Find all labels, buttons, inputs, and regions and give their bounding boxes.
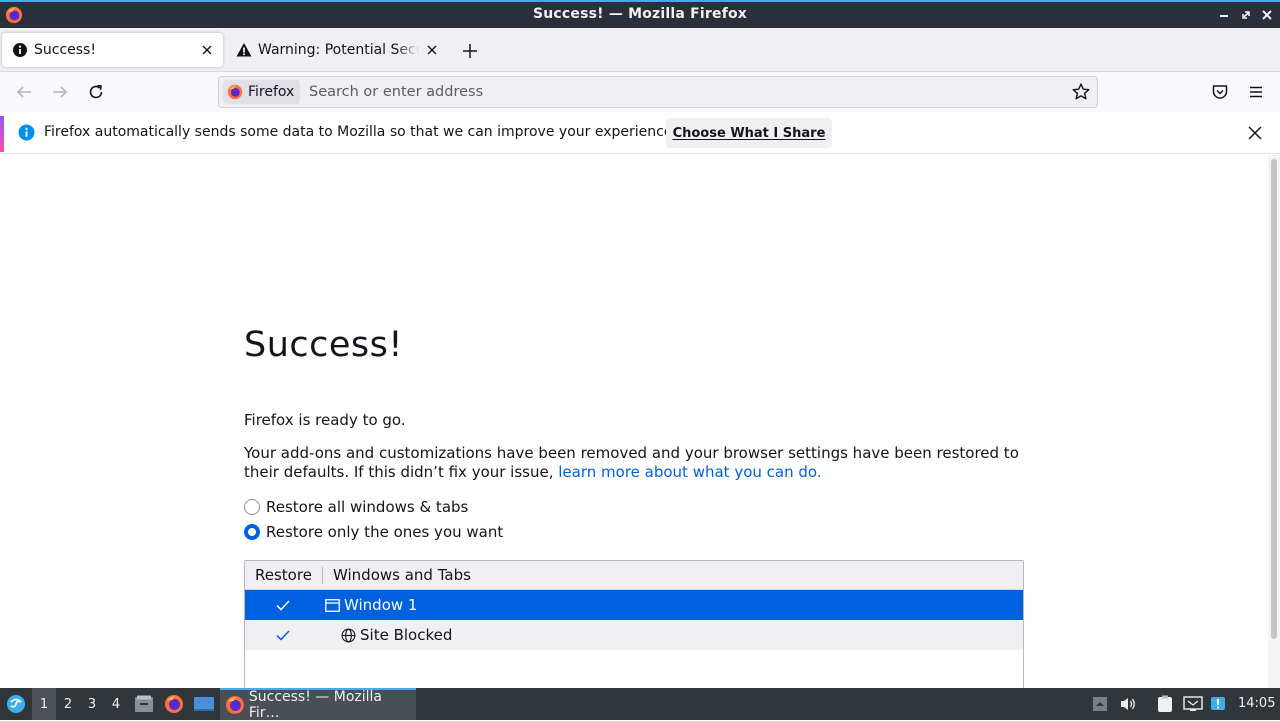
notification-accent-stripe xyxy=(0,116,4,152)
back-button[interactable] xyxy=(12,80,36,104)
application-launcher[interactable] xyxy=(4,688,28,720)
column-header-windows-tabs[interactable]: Windows and Tabs xyxy=(323,566,471,584)
tree-row-label: Window 1 xyxy=(344,596,418,614)
reload-icon xyxy=(89,84,103,99)
tree-row-window[interactable]: Window 1 xyxy=(245,590,1023,620)
page-title: Success! xyxy=(244,325,403,365)
notification-message: Firefox automatically sends some data to… xyxy=(44,124,677,140)
radio-label: Restore all windows & tabs xyxy=(266,498,469,516)
close-icon xyxy=(427,45,437,55)
tray-up-arrow-icon xyxy=(1093,697,1107,711)
launcher-icon xyxy=(7,695,25,713)
new-tab-plus-icon[interactable] xyxy=(458,39,482,63)
volume-button[interactable] xyxy=(1118,688,1138,720)
desktop-3[interactable]: 3 xyxy=(80,688,104,720)
checkmark-icon[interactable] xyxy=(275,597,291,613)
address-bar[interactable]: Firefox xyxy=(218,76,1098,108)
speaker-icon xyxy=(1121,698,1135,710)
pocket-icon xyxy=(1212,85,1228,99)
tab-label: Warning: Potential Security Risk Ahead xyxy=(258,42,420,58)
radio-label: Restore only the ones you want xyxy=(266,523,504,541)
bookmark-star-icon[interactable] xyxy=(1071,82,1091,102)
checkmark-icon[interactable] xyxy=(275,627,291,643)
tree-row-tab[interactable]: Site Blocked xyxy=(245,620,1023,650)
file-manager-launcher[interactable] xyxy=(132,688,156,720)
tab-label: Success! xyxy=(34,42,96,58)
tab-success[interactable]: Success! xyxy=(2,33,223,67)
data-reporting-notification: Firefox automatically sends some data to… xyxy=(0,112,1280,154)
restore-some-option[interactable]: Restore only the ones you want xyxy=(244,523,503,541)
tab-strip: Success! Warning: Potential Security Ris… xyxy=(0,28,1280,72)
firefox-launcher[interactable] xyxy=(162,688,186,720)
minimize-icon[interactable] xyxy=(1216,7,1232,23)
globe-icon xyxy=(341,628,356,643)
learn-more-link[interactable]: learn more about what you can do. xyxy=(558,463,821,481)
firefox-icon xyxy=(227,84,243,100)
desktop-icon xyxy=(194,697,214,711)
clock[interactable]: 14:05 xyxy=(1238,696,1275,711)
window-titlebar: Success! — Mozilla Firefox xyxy=(0,0,1280,28)
network-icon xyxy=(1183,696,1203,711)
reload-button[interactable] xyxy=(84,80,108,104)
identity-box[interactable]: Firefox xyxy=(223,80,301,104)
taskbar: 1 2 3 4 Success! — Mozilla Fir… 14:05 xyxy=(0,688,1280,721)
notification-icon xyxy=(1211,697,1225,710)
pocket-button[interactable] xyxy=(1208,80,1232,104)
restore-tree[interactable]: Restore Windows and Tabs Window 1 Site B… xyxy=(244,560,1024,688)
info-icon xyxy=(18,124,35,141)
restore-all-option[interactable]: Restore all windows & tabs xyxy=(244,498,468,516)
restore-some-radio[interactable] xyxy=(244,524,260,540)
warning-icon xyxy=(236,43,252,57)
hamburger-menu-icon xyxy=(1250,86,1262,98)
page-content: Success! Firefox is ready to go. Your ad… xyxy=(0,155,1268,688)
window-icon xyxy=(325,599,340,612)
desktop-1[interactable]: 1 xyxy=(32,688,56,720)
close-icon xyxy=(202,45,212,55)
tab-warning[interactable]: Warning: Potential Security Risk Ahead xyxy=(226,33,448,67)
tree-header: Restore Windows and Tabs xyxy=(245,561,1023,590)
url-input[interactable] xyxy=(309,81,1049,103)
taskbar-task-firefox[interactable]: Success! — Mozilla Fir… xyxy=(220,688,416,721)
page-scrollbar[interactable] xyxy=(1268,155,1280,688)
back-arrow-icon xyxy=(16,86,31,98)
tree-row-label: Site Blocked xyxy=(360,626,453,644)
window-title: Success! — Mozilla Firefox xyxy=(532,6,748,22)
firefox-icon xyxy=(165,695,183,713)
close-icon[interactable] xyxy=(1246,124,1264,142)
network-button[interactable] xyxy=(1182,688,1204,720)
restore-icon[interactable] xyxy=(1238,7,1254,23)
close-window-icon[interactable] xyxy=(1259,7,1275,23)
tray-expand-button[interactable] xyxy=(1090,688,1110,720)
reset-description: Your add-ons and customizations have bee… xyxy=(244,444,1034,481)
column-header-restore[interactable]: Restore xyxy=(245,566,323,584)
close-tab-button[interactable] xyxy=(195,38,219,62)
choose-what-i-share-button[interactable]: Choose What I Share xyxy=(666,118,832,148)
firefox-icon xyxy=(225,696,244,714)
file-manager-icon xyxy=(135,695,153,712)
forward-arrow-icon xyxy=(53,86,68,98)
app-menu-button[interactable] xyxy=(1244,80,1268,104)
notifications-button[interactable] xyxy=(1208,688,1228,720)
scrollbar-thumb[interactable] xyxy=(1271,159,1277,639)
identity-label: Firefox xyxy=(248,84,295,100)
ready-message: Firefox is ready to go. xyxy=(244,411,406,429)
show-desktop-launcher[interactable] xyxy=(192,688,216,720)
desktop-4[interactable]: 4 xyxy=(104,688,128,720)
desktop-2[interactable]: 2 xyxy=(56,688,80,720)
forward-button[interactable] xyxy=(48,80,72,104)
clipboard-icon xyxy=(1158,695,1172,712)
task-label: Success! — Mozilla Fir… xyxy=(248,689,382,721)
clipboard-button[interactable] xyxy=(1155,688,1175,720)
close-tab-button[interactable] xyxy=(420,38,444,62)
restore-all-radio[interactable] xyxy=(244,499,260,515)
navigation-toolbar: Firefox xyxy=(0,72,1280,112)
info-icon xyxy=(13,43,27,57)
